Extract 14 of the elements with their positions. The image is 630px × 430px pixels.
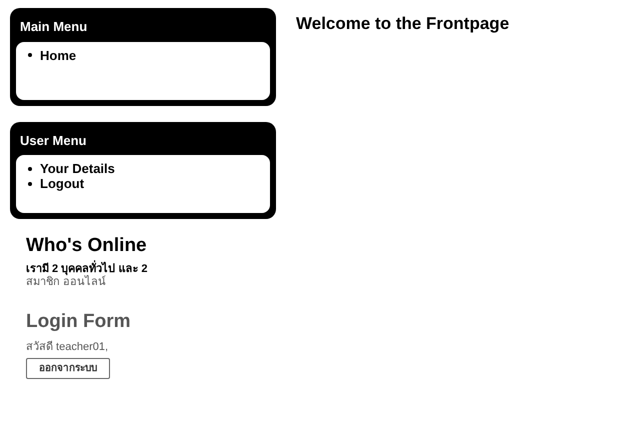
menu-link[interactable]: Logout	[40, 176, 84, 191]
bullet-icon	[28, 53, 32, 57]
logout-button[interactable]: ออกจากระบบ	[26, 358, 110, 379]
bullet-icon	[28, 166, 32, 170]
section-heading: Who's Online	[26, 235, 148, 257]
online-text: สมาชิก ออนไลน์	[26, 276, 106, 289]
menu-title: Main Menu	[19, 18, 88, 36]
menu-link[interactable]: Home	[40, 48, 76, 62]
section-heading: Login Form	[26, 311, 132, 333]
menu-title: User Menu	[19, 132, 88, 150]
page-title: Welcome to the Frontpage	[296, 13, 510, 35]
greeting-text: สวัสดี teacher01,	[26, 341, 110, 354]
bullet-icon	[28, 182, 32, 186]
menu-link[interactable]: Your Details	[40, 161, 115, 176]
